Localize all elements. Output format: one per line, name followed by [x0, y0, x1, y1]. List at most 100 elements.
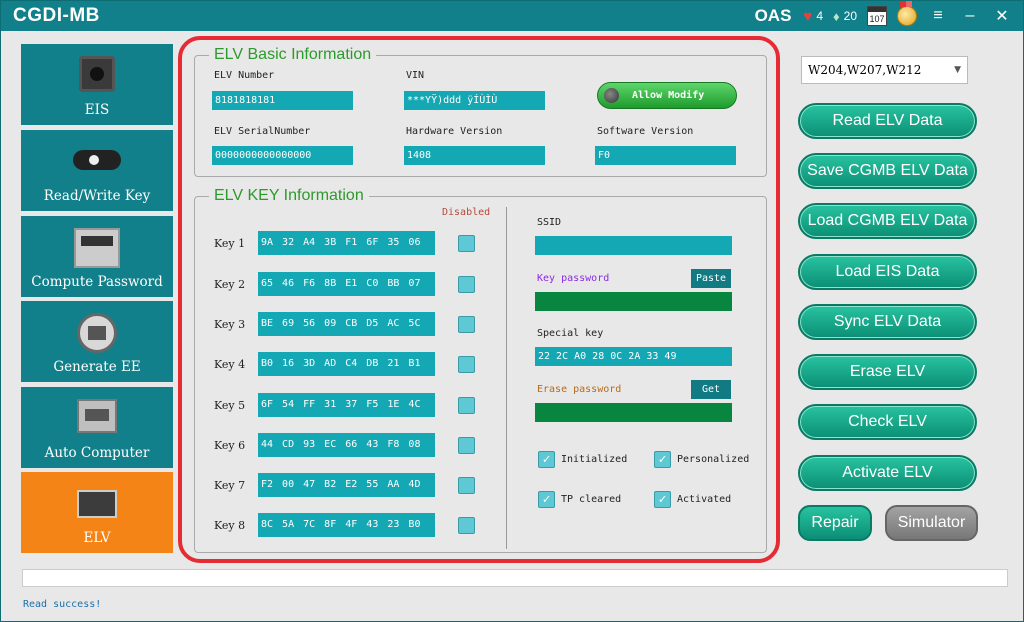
- vin-field[interactable]: ***YŸ)ddd ÿÍÙÌÙ: [404, 91, 545, 110]
- sidebar-item-generate-ee[interactable]: Generate EE: [21, 301, 173, 382]
- allow-modify-toggle[interactable]: Allow Modify: [597, 82, 737, 109]
- sidebar-item-label: EIS: [84, 102, 110, 118]
- key-2-label: Key 2: [214, 278, 246, 291]
- key-5-disabled-checkbox[interactable]: [458, 397, 475, 414]
- initialized-label: Initialized: [561, 454, 628, 465]
- sidebar-item-read-write-key[interactable]: Read/Write Key: [21, 130, 173, 211]
- get-button[interactable]: Get: [691, 380, 731, 399]
- sidebar-item-compute-password[interactable]: Compute Password: [21, 216, 173, 297]
- calendar-value: 107: [869, 14, 885, 24]
- sidebar-item-label: Compute Password: [31, 274, 163, 290]
- key-6-field[interactable]: 44 CD 93 EC 66 43 F8 08: [258, 433, 435, 457]
- software-version-field[interactable]: F0: [595, 146, 736, 165]
- key-8-field[interactable]: 8C 5A 7C 8F 4F 43 23 B0: [258, 513, 435, 537]
- model-select[interactable]: W204,W207,W212 ▼: [801, 56, 968, 84]
- special-key-label: Special key: [537, 328, 604, 339]
- ssid-field[interactable]: [535, 236, 732, 255]
- sync-elv-data-button[interactable]: Sync ELV Data: [798, 304, 977, 340]
- hardware-version-field[interactable]: 1408: [404, 146, 545, 165]
- tp-cleared-checkbox[interactable]: ✓ TP cleared: [538, 491, 621, 508]
- app-window: CGDI-MB OAS ♥ 4 ♦ 20 107 ≡ – ✕ EIS Read/…: [0, 0, 1024, 622]
- toggle-indicator-icon: [604, 88, 619, 103]
- key-3-field[interactable]: BE 69 56 09 CB D5 AC 5C: [258, 312, 435, 336]
- check-icon: ✓: [538, 451, 555, 468]
- status-text: Read success!: [23, 599, 102, 610]
- key-1-field[interactable]: 9A 32 A4 3B F1 6F 35 06: [258, 231, 435, 255]
- eis-icon: [79, 56, 115, 92]
- key-2-disabled-checkbox[interactable]: [458, 276, 475, 293]
- key-7-field[interactable]: F2 00 47 B2 E2 55 AA 4D: [258, 473, 435, 497]
- special-key-field[interactable]: 22 2C A0 28 0C 2A 33 49: [535, 347, 732, 366]
- model-select-value: W204,W207,W212: [808, 63, 922, 77]
- heart-count: 4: [816, 9, 823, 23]
- key-6-disabled-checkbox[interactable]: [458, 437, 475, 454]
- sidebar-item-label: Generate EE: [53, 359, 141, 375]
- title-bar-tools: OAS ♥ 4 ♦ 20 107 ≡ – ✕: [755, 1, 1013, 28]
- simulator-button[interactable]: Simulator: [885, 505, 978, 541]
- save-cgmb-elv-data-button[interactable]: Save CGMB ELV Data: [798, 153, 977, 189]
- key-7-label: Key 7: [214, 479, 246, 492]
- oas-label[interactable]: OAS: [755, 6, 792, 26]
- read-elv-data-button[interactable]: Read ELV Data: [798, 103, 977, 139]
- minimize-icon[interactable]: –: [959, 7, 981, 25]
- key-3-label: Key 3: [214, 318, 246, 331]
- elv-icon: [77, 490, 117, 518]
- calendar-icon[interactable]: 107: [867, 6, 887, 26]
- elv-number-field[interactable]: 8181818181: [212, 91, 353, 110]
- key-info-divider: [506, 207, 507, 549]
- load-cgmb-elv-data-button[interactable]: Load CGMB ELV Data: [798, 203, 977, 239]
- car-key-icon: [73, 150, 121, 170]
- check-elv-button[interactable]: Check ELV: [798, 404, 977, 440]
- basic-info-title: ELV Basic Information: [209, 45, 377, 65]
- key-7-disabled-checkbox[interactable]: [458, 477, 475, 494]
- key-3-disabled-checkbox[interactable]: [458, 316, 475, 333]
- software-version-label: Software Version: [597, 126, 694, 137]
- calculator-icon: [74, 228, 120, 268]
- activate-elv-button[interactable]: Activate ELV: [798, 455, 977, 491]
- sidebar-item-auto-computer[interactable]: Auto Computer: [21, 387, 173, 468]
- tp-cleared-label: TP cleared: [561, 494, 622, 505]
- key-info-title: ELV KEY Information: [209, 186, 369, 206]
- key-1-disabled-checkbox[interactable]: [458, 235, 475, 252]
- sidebar-item-label: Read/Write Key: [43, 188, 151, 204]
- repair-button[interactable]: Repair: [798, 505, 872, 541]
- key-4-label: Key 4: [214, 358, 246, 371]
- personalized-checkbox[interactable]: ✓ Personalized: [654, 451, 749, 468]
- menu-icon[interactable]: ≡: [927, 7, 949, 25]
- personalized-label: Personalized: [677, 454, 750, 465]
- close-icon[interactable]: ✕: [991, 6, 1013, 26]
- key-8-disabled-checkbox[interactable]: [458, 517, 475, 534]
- title-bar: CGDI-MB OAS ♥ 4 ♦ 20 107 ≡ – ✕: [1, 1, 1023, 31]
- vin-label: VIN: [406, 70, 425, 81]
- ssid-label: SSID: [537, 217, 562, 228]
- progress-bar: [22, 569, 1008, 587]
- medal-icon[interactable]: [897, 1, 917, 26]
- diamond-badge[interactable]: ♦ 20: [833, 9, 857, 24]
- diamond-icon: ♦: [833, 8, 840, 24]
- key-password-label: Key password: [537, 273, 610, 284]
- check-icon: ✓: [538, 491, 555, 508]
- initialized-checkbox[interactable]: ✓ Initialized: [538, 451, 627, 468]
- load-eis-data-button[interactable]: Load EIS Data: [798, 254, 977, 290]
- paste-button[interactable]: Paste: [691, 269, 731, 288]
- app-title: CGDI-MB: [13, 5, 100, 26]
- erase-elv-button[interactable]: Erase ELV: [798, 354, 977, 390]
- key-4-disabled-checkbox[interactable]: [458, 356, 475, 373]
- serial-number-field[interactable]: 0000000000000000: [212, 146, 353, 165]
- erase-password-label: Erase password: [537, 384, 622, 395]
- activated-checkbox[interactable]: ✓ Activated: [654, 491, 731, 508]
- erase-password-field[interactable]: [535, 403, 732, 422]
- ecu-icon: [77, 399, 117, 433]
- check-icon: ✓: [654, 451, 671, 468]
- key-5-field[interactable]: 6F 54 FF 31 37 F5 1E 4C: [258, 393, 435, 417]
- key-2-field[interactable]: 65 46 F6 8B E1 C0 BB 07: [258, 272, 435, 296]
- heart-icon: ♥: [803, 7, 813, 25]
- printer-icon: [77, 313, 117, 353]
- diamond-count: 20: [843, 9, 857, 23]
- check-icon: ✓: [654, 491, 671, 508]
- heart-badge[interactable]: ♥ 4: [803, 8, 823, 25]
- sidebar-item-elv[interactable]: ELV: [21, 472, 173, 553]
- key-password-field[interactable]: [535, 292, 732, 311]
- sidebar-item-eis[interactable]: EIS: [21, 44, 173, 125]
- key-4-field[interactable]: B0 16 3D AD C4 DB 21 B1: [258, 352, 435, 376]
